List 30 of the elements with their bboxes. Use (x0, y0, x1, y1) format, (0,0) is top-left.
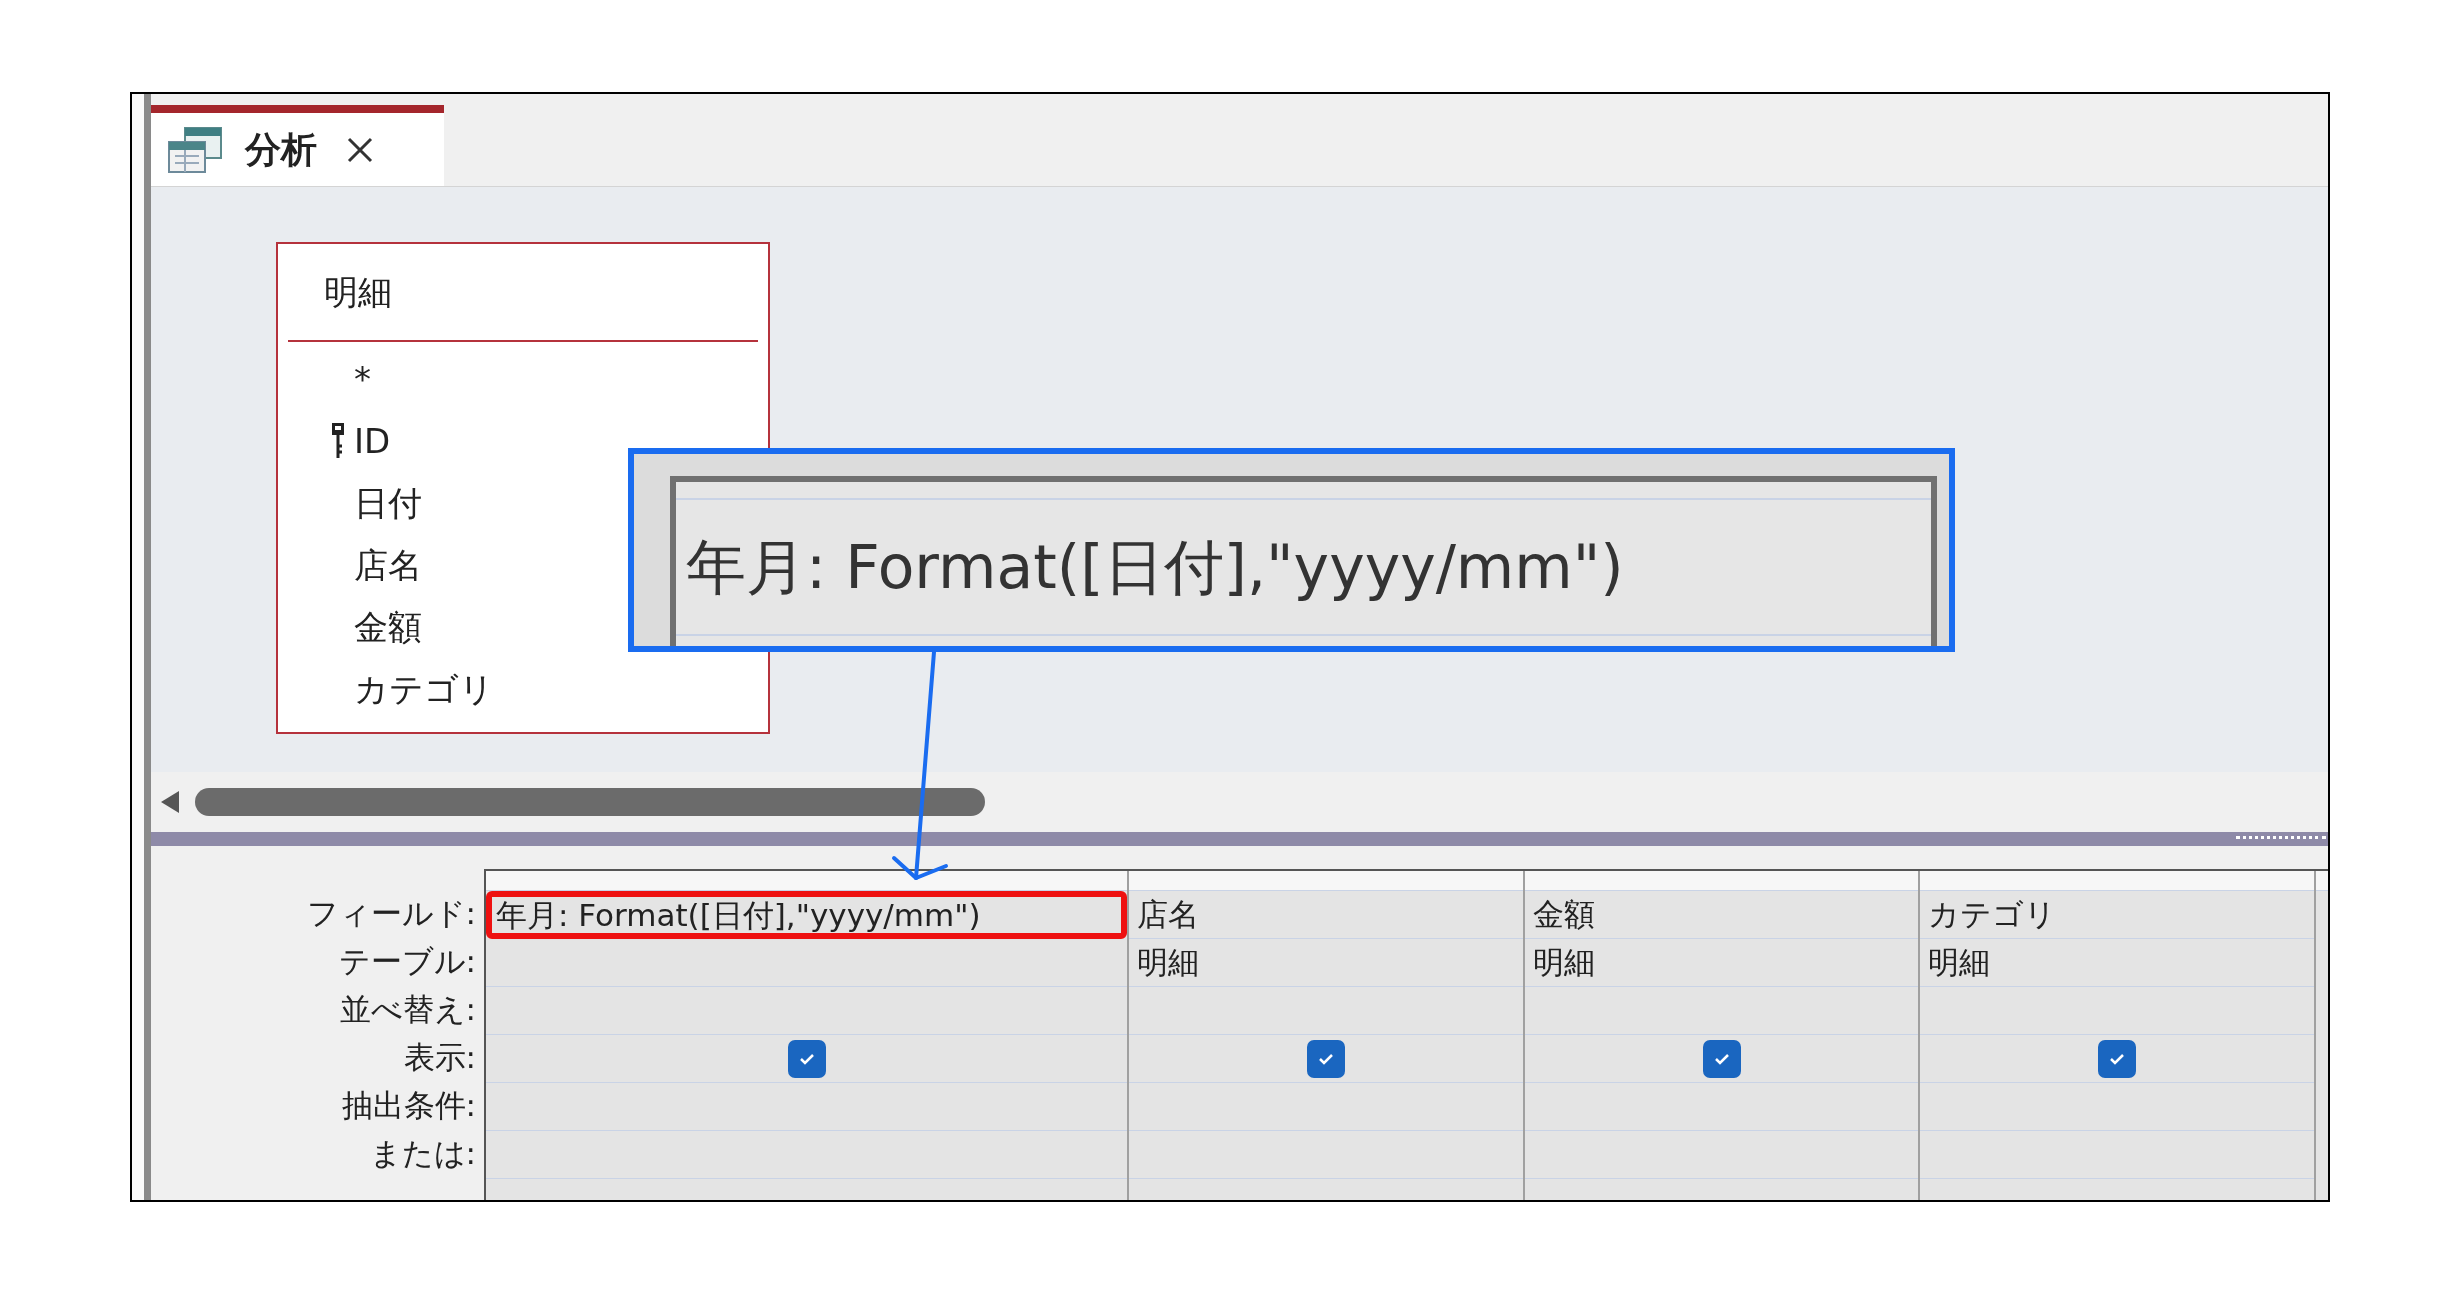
table-cell[interactable]: 明細 (1928, 947, 1990, 978)
checkbox[interactable] (787, 1039, 826, 1078)
row-label: 表示: (403, 1041, 476, 1073)
field-name[interactable]: 日付 (354, 477, 422, 529)
field-cell[interactable]: 店名 (1137, 899, 1199, 930)
row-label: または: (369, 1137, 476, 1169)
field-name[interactable]: 金額 (354, 601, 422, 653)
table-cell[interactable]: 明細 (1137, 947, 1199, 978)
table-title: 明細 (324, 270, 392, 314)
checkbox[interactable] (1702, 1039, 1741, 1078)
row-label: 抽出条件: (341, 1089, 476, 1121)
field-cell[interactable]: 年月: Format([日付],"yyyy/mm") (496, 899, 981, 931)
scroll-left-icon[interactable] (159, 789, 181, 815)
scrollbar-thumb[interactable] (195, 788, 985, 816)
splitter-grip[interactable] (2236, 836, 2326, 842)
field-cell[interactable]: 金額 (1533, 899, 1595, 930)
checkbox[interactable] (1307, 1039, 1345, 1078)
row-label: 並べ替え: (339, 993, 476, 1025)
field-name[interactable]: * (354, 353, 371, 405)
tab-title: 分析 (245, 127, 317, 172)
field-name[interactable]: 店名 (354, 539, 422, 591)
field-name[interactable]: カテゴリ (354, 663, 494, 715)
checkbox[interactable] (2098, 1039, 2136, 1078)
query-icon (167, 125, 223, 174)
field-name[interactable]: ID (354, 415, 391, 467)
table-cell[interactable]: 明細 (1533, 947, 1595, 978)
row-label: テーブル: (338, 945, 476, 977)
row-label: フィールド: (306, 897, 476, 929)
document-tab[interactable]: 分析 (151, 105, 444, 186)
field-cell[interactable]: カテゴリ (1928, 899, 2056, 930)
